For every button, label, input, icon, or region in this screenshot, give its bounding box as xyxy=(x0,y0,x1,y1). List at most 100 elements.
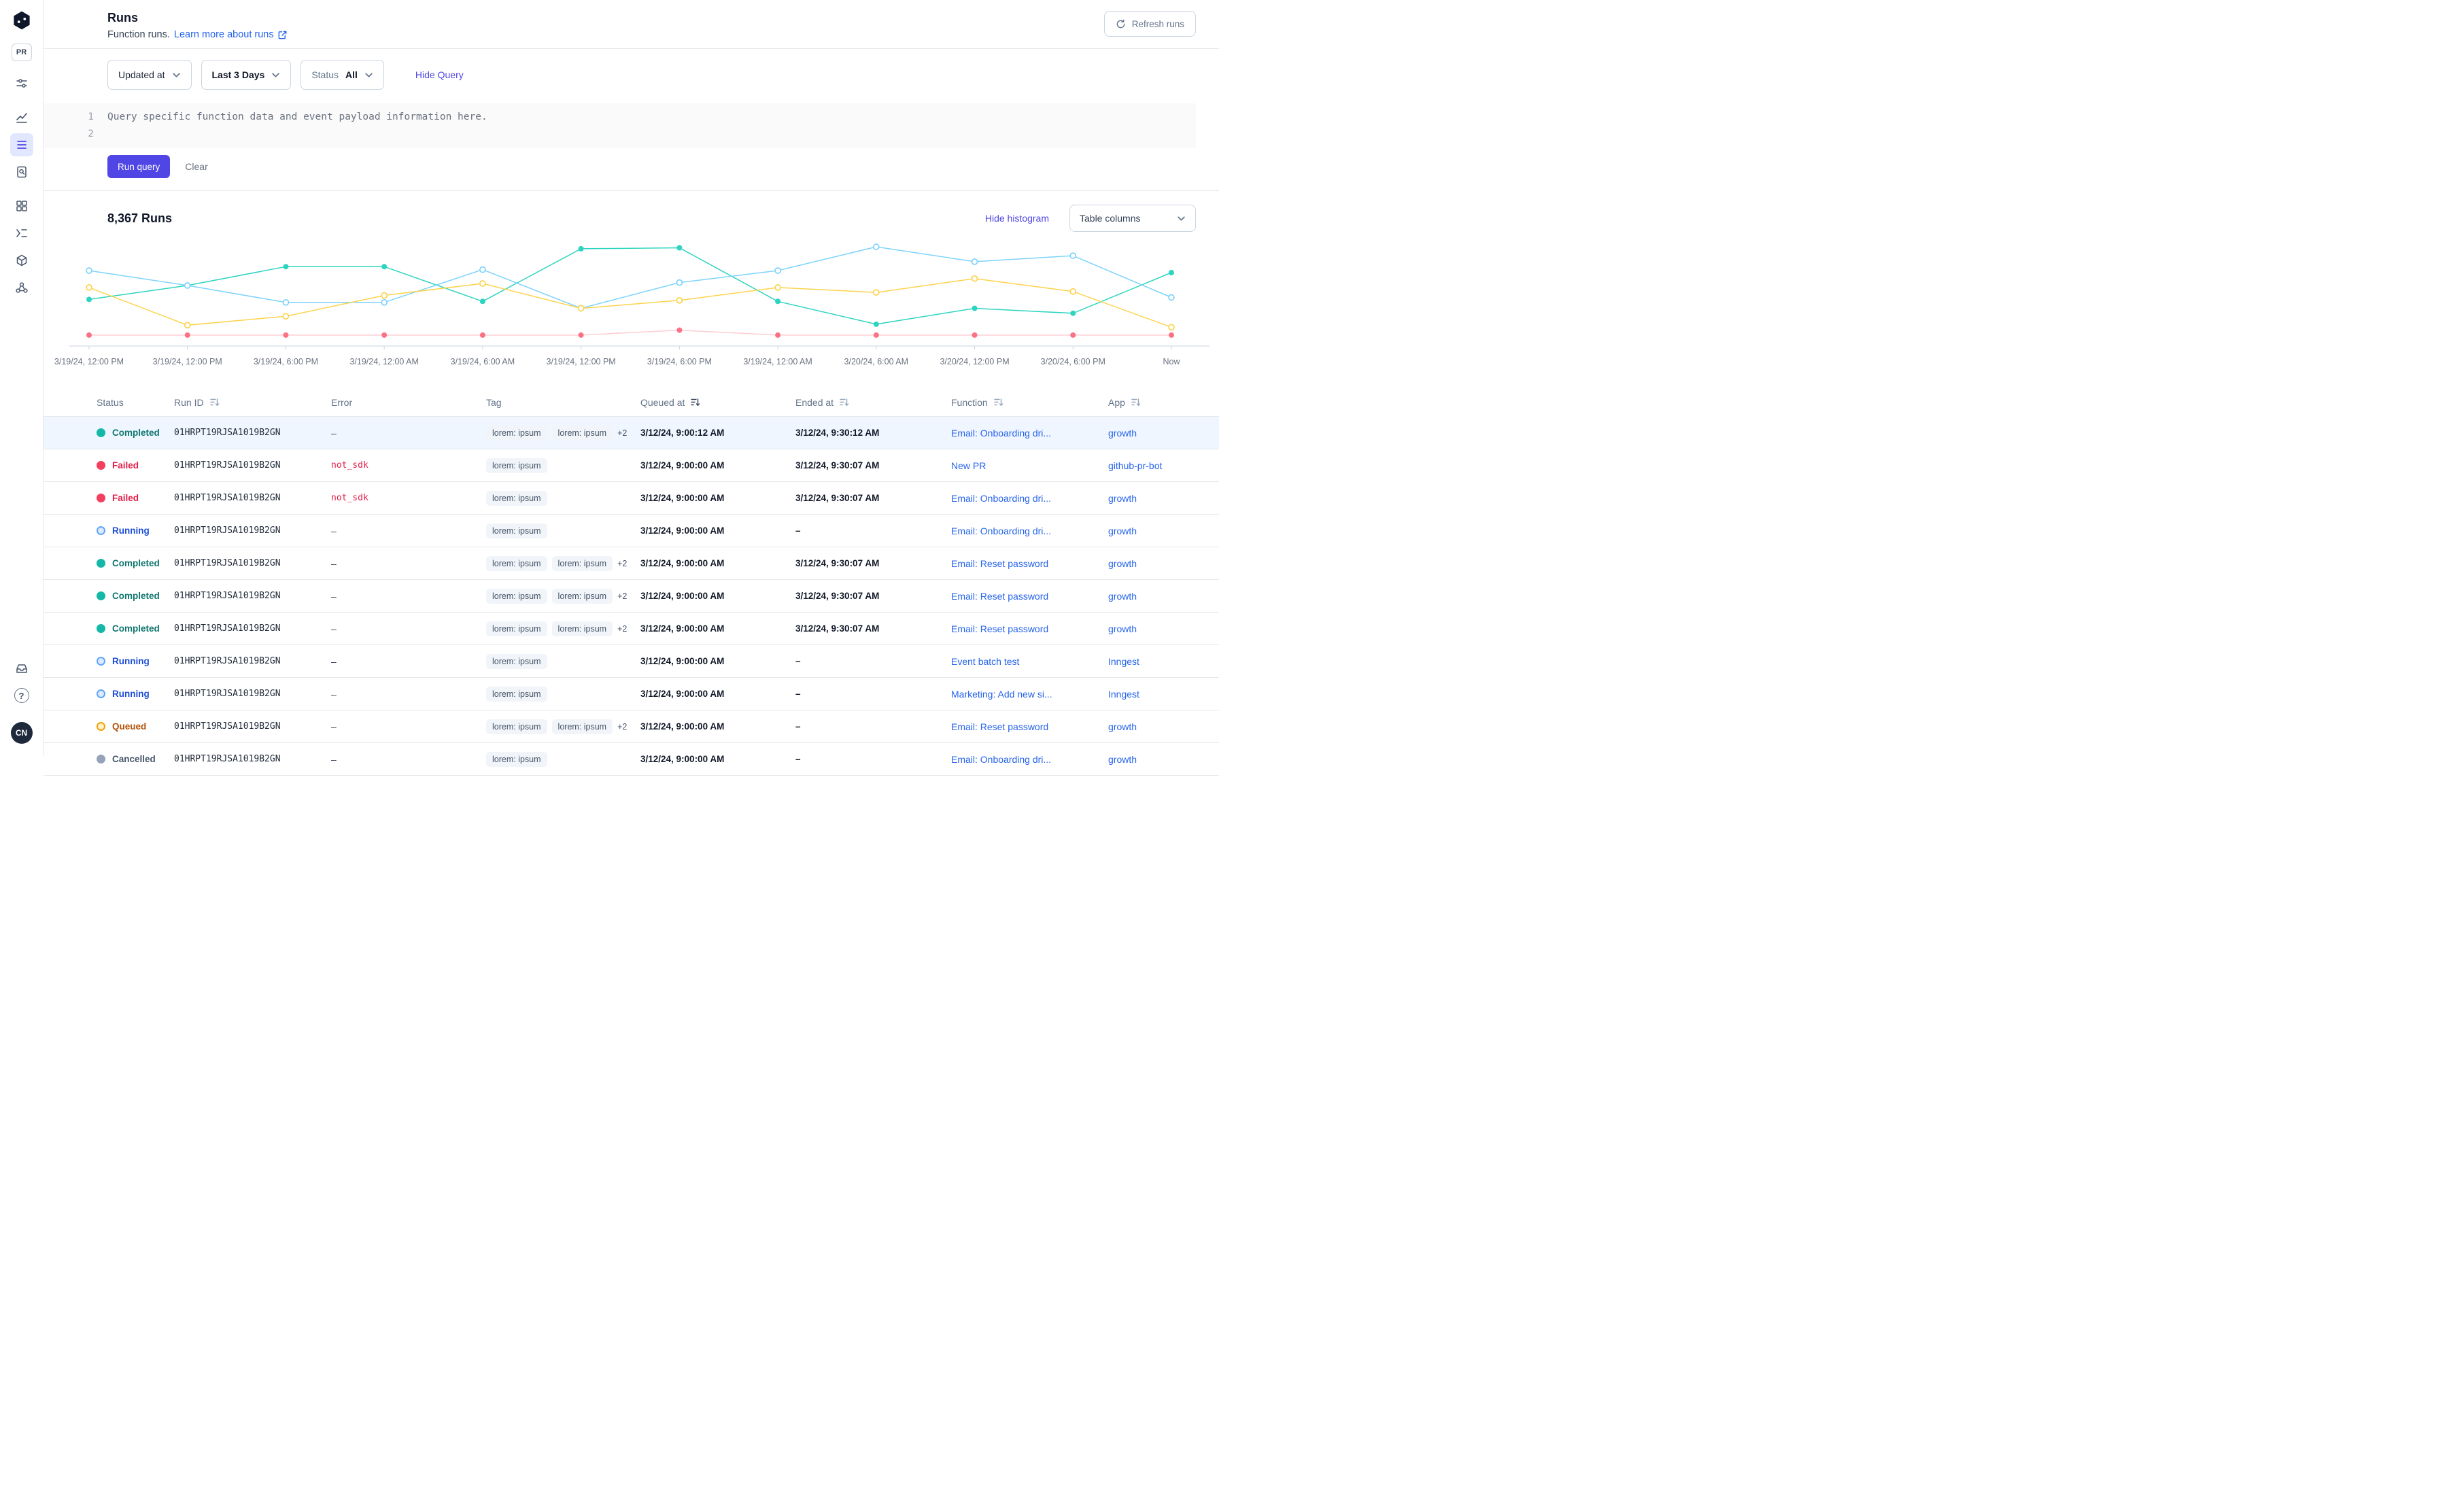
svg-text:3/20/24, 12:00 PM: 3/20/24, 12:00 PM xyxy=(940,357,1009,366)
tag-pill: lorem: ipsum xyxy=(552,589,613,604)
table-row[interactable]: Failed 01HRPT19RJSA1019B2GN not_sdk lore… xyxy=(44,449,1219,482)
app-cell: growth xyxy=(1108,591,1196,602)
table-row[interactable]: Running 01HRPT19RJSA1019B2GN – lorem: ip… xyxy=(44,645,1219,678)
metrics-icon[interactable] xyxy=(10,106,33,129)
ended-at-cell: 3/12/24, 9:30:07 AM xyxy=(795,558,951,568)
app-link[interactable]: growth xyxy=(1108,493,1137,504)
table-columns-select[interactable]: Table columns xyxy=(1069,205,1196,232)
function-cell: Email: Reset password xyxy=(951,558,1108,569)
table-body: Completed 01HRPT19RJSA1019B2GN – lorem: … xyxy=(44,417,1219,776)
table-row[interactable]: Completed 01HRPT19RJSA1019B2GN – lorem: … xyxy=(44,417,1219,449)
table-row[interactable]: Completed 01HRPT19RJSA1019B2GN – lorem: … xyxy=(44,547,1219,580)
function-link[interactable]: Email: Onboarding dri... xyxy=(951,428,1051,439)
sort-icon xyxy=(839,397,849,407)
time-range-dropdown[interactable]: Last 3 Days xyxy=(201,60,292,90)
app-link[interactable]: github-pr-bot xyxy=(1108,460,1162,471)
app-link[interactable]: growth xyxy=(1108,721,1137,732)
status-label: Cancelled xyxy=(112,754,156,764)
webhooks-icon[interactable] xyxy=(10,276,33,299)
run-id: 01HRPT19RJSA1019B2GN xyxy=(174,460,331,470)
app-link[interactable]: growth xyxy=(1108,591,1137,602)
inngest-logo-icon[interactable] xyxy=(11,10,33,31)
table-row[interactable]: Running 01HRPT19RJSA1019B2GN – lorem: ip… xyxy=(44,678,1219,710)
table-row[interactable]: Queued 01HRPT19RJSA1019B2GN – lorem: ips… xyxy=(44,710,1219,743)
app-link[interactable]: growth xyxy=(1108,558,1137,569)
deploys-icon[interactable] xyxy=(10,249,33,272)
tag-pill: lorem: ipsum xyxy=(486,621,547,636)
support-inbox-icon[interactable] xyxy=(10,657,33,680)
function-link[interactable]: Marketing: Add new si... xyxy=(951,689,1052,700)
function-link[interactable]: Email: Onboarding dri... xyxy=(951,754,1051,765)
status-dot xyxy=(97,722,105,731)
column-header-error: Error xyxy=(331,397,486,408)
app-link[interactable]: growth xyxy=(1108,526,1137,536)
filters-icon[interactable] xyxy=(10,72,33,95)
app-link[interactable]: Inngest xyxy=(1108,656,1139,667)
query-section: 1 Query specific function data and event… xyxy=(44,94,1219,191)
refresh-icon xyxy=(1116,19,1126,29)
function-link[interactable]: Email: Reset password xyxy=(951,591,1048,602)
function-cell: Marketing: Add new si... xyxy=(951,689,1108,700)
chevron-down-icon xyxy=(1177,214,1186,223)
table-row[interactable]: Completed 01HRPT19RJSA1019B2GN – lorem: … xyxy=(44,613,1219,645)
function-link[interactable]: Email: Onboarding dri... xyxy=(951,493,1051,504)
refresh-runs-button[interactable]: Refresh runs xyxy=(1104,11,1196,37)
run-query-button[interactable]: Run query xyxy=(107,155,170,178)
column-header-ended-at[interactable]: Ended at xyxy=(795,397,951,408)
app-link[interactable]: Inngest xyxy=(1108,689,1139,700)
clear-query-button[interactable]: Clear xyxy=(185,161,207,172)
environment-badge[interactable]: PR xyxy=(12,44,32,61)
time-field-dropdown[interactable]: Updated at xyxy=(107,60,192,90)
column-header-function[interactable]: Function xyxy=(951,397,1108,408)
status-cell: Running xyxy=(97,526,174,536)
function-cell: Email: Onboarding dri... xyxy=(951,493,1108,504)
tags-cell: lorem: ipsumlorem: ipsum+2 xyxy=(486,556,640,571)
app-link[interactable]: growth xyxy=(1108,428,1137,439)
column-header-run-id[interactable]: Run ID xyxy=(174,397,331,408)
histogram-chart: 3/19/24, 12:00 PM3/19/24, 12:00 PM3/19/2… xyxy=(44,237,1219,381)
queued-at-cell: 3/12/24, 9:00:00 AM xyxy=(640,493,795,503)
tag-pill: lorem: ipsum xyxy=(552,426,613,441)
status-dot xyxy=(97,461,105,470)
status-cell: Running xyxy=(97,689,174,699)
function-link[interactable]: New PR xyxy=(951,460,986,471)
error-cell: – xyxy=(331,754,486,765)
hide-query-link[interactable]: Hide Query xyxy=(415,69,464,80)
functions-icon[interactable] xyxy=(10,222,33,245)
column-header-queued-at[interactable]: Queued at xyxy=(640,397,795,408)
error-cell: – xyxy=(331,623,486,634)
help-icon[interactable]: ? xyxy=(10,684,33,707)
events-icon[interactable] xyxy=(10,160,33,184)
tag-pill: lorem: ipsum xyxy=(552,621,613,636)
external-link-icon xyxy=(277,30,288,40)
function-link[interactable]: Email: Reset password xyxy=(951,558,1048,569)
apps-icon[interactable] xyxy=(10,194,33,218)
function-link[interactable]: Event batch test xyxy=(951,656,1019,667)
sort-icon xyxy=(1131,397,1141,407)
table-row[interactable]: Running 01HRPT19RJSA1019B2GN – lorem: ip… xyxy=(44,515,1219,547)
user-avatar[interactable]: CN xyxy=(11,722,33,744)
runs-icon[interactable] xyxy=(10,133,33,156)
function-link[interactable]: Email: Reset password xyxy=(951,721,1048,732)
column-header-app[interactable]: App xyxy=(1108,397,1196,408)
status-filter-dropdown[interactable]: Status All xyxy=(301,60,384,90)
function-link[interactable]: Email: Onboarding dri... xyxy=(951,526,1051,536)
table-row[interactable]: Failed 01HRPT19RJSA1019B2GN not_sdk lore… xyxy=(44,482,1219,515)
query-editor[interactable]: 1 Query specific function data and event… xyxy=(44,103,1196,148)
learn-more-link[interactable]: Learn more about runs xyxy=(174,29,288,40)
tags-cell: lorem: ipsum lorem: ipsum +2 xyxy=(486,621,640,636)
column-header-status: Status xyxy=(97,397,174,408)
function-link[interactable]: Email: Reset password xyxy=(951,623,1048,634)
run-id: 01HRPT19RJSA1019B2GN xyxy=(174,754,331,764)
error-cell: – xyxy=(331,591,486,602)
table-row[interactable]: Completed 01HRPT19RJSA1019B2GN – lorem: … xyxy=(44,580,1219,613)
queued-at-cell: 3/12/24, 9:00:00 AM xyxy=(640,754,795,764)
app-link[interactable]: growth xyxy=(1108,623,1137,634)
ended-at-cell: 3/12/24, 9:30:07 AM xyxy=(795,623,951,634)
hide-histogram-link[interactable]: Hide histogram xyxy=(985,213,1049,224)
ended-at-cell: – xyxy=(795,656,951,666)
tag-more-count: +2 xyxy=(617,624,627,634)
app-link[interactable]: growth xyxy=(1108,754,1137,765)
table-row[interactable]: Cancelled 01HRPT19RJSA1019B2GN – lorem: … xyxy=(44,743,1219,776)
status-label: Completed xyxy=(112,623,160,634)
